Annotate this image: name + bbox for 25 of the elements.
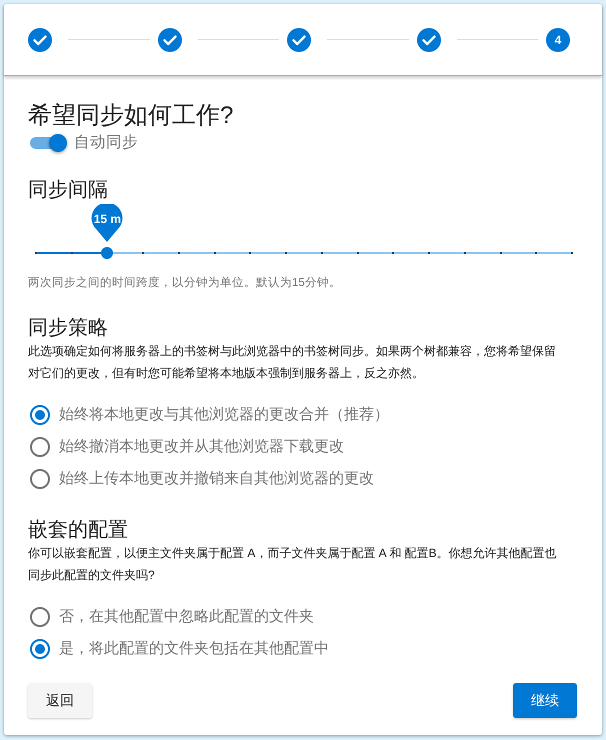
section-heading: 同步间隔 [28,178,109,203]
radio-button[interactable] [30,437,50,457]
radio-label[interactable]: 始终上传本地更改并撤销来自其他浏览器的更改 [59,469,374,489]
back-button[interactable]: 返回 [28,683,92,718]
page-title: 希望同步如何工作? [28,101,234,131]
radio-label[interactable]: 始终撤消本地更改并从其他浏览器下载更改 [59,437,344,457]
radio-label[interactable]: 始终将本地更改与其他浏览器的更改合并（推荐） [59,405,389,425]
radio-button[interactable] [30,405,50,425]
slider-track[interactable] [36,247,572,259]
toggle-label: 自动同步 [74,133,138,153]
section-heading: 嵌套的配置 [28,518,129,542]
section-description: 你可以嵌套配置，以便主文件夹属于配置 A，而子文件夹属于配置 A 和 配置B。你想允许其他配置也同步此配置的文件夹吗? [28,545,558,584]
radio-label[interactable]: 是，将此配置的文件夹包括在其他配置中 [59,639,329,659]
radio-button[interactable] [30,639,50,659]
slider-value-label: 15 m [92,204,123,242]
radio-label[interactable]: 否，在其他配置中忽略此配置的文件夹 [59,607,314,627]
step-number: 4 [546,28,570,52]
section-heading: 同步策略 [28,316,109,340]
help-text: 两次同步之间的时间跨度，以分钟为单位。默认为15分钟。 [28,275,342,291]
radio-button[interactable] [30,469,50,489]
continue-button[interactable]: 继续 [513,683,577,718]
slider-thumb[interactable] [101,247,114,259]
radio-button[interactable] [30,607,50,627]
auto-sync-toggle[interactable] [30,133,68,153]
section-description: 此选项确定如何将服务器上的书签树与此浏览器中的书签树同步。如果两个树都兼容，您将希望保留对它们的更改，但有时您可能希望将本地版本强制到服务器上，反之亦然。 [28,343,557,382]
